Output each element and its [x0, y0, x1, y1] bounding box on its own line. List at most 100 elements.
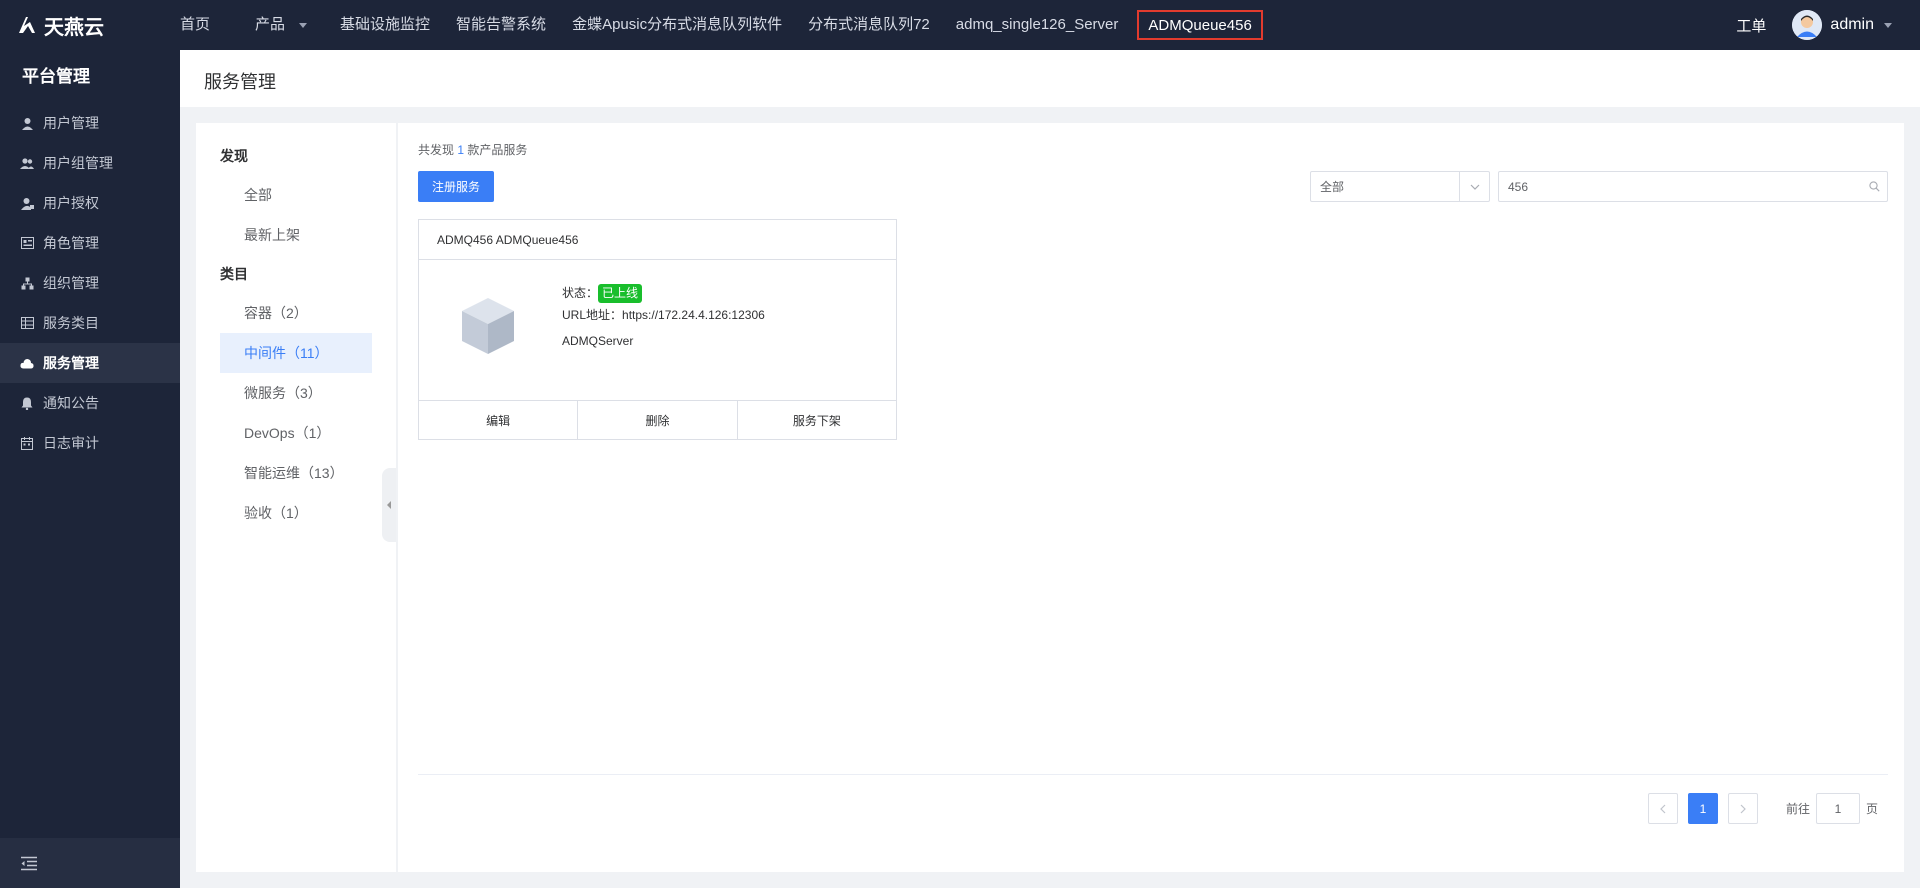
offline-service-button[interactable]: 服务下架: [738, 401, 896, 440]
user-icon: [20, 116, 34, 130]
service-list-panel: 共发现 1 款产品服务 注册服务 全部 ADMQ456 ADMQueue456 …: [398, 123, 1904, 872]
brand-name: 天燕云: [44, 16, 104, 39]
filter-item-acceptance[interactable]: 验收（1）: [220, 493, 372, 533]
url-row: URL地址： https://172.24.4.126:12306: [562, 304, 765, 326]
avatar-person-icon: [1792, 10, 1823, 40]
result-count-number: 1: [457, 143, 465, 157]
filter-panel: 发现 全部 最新上架 类目 容器（2） 中间件（11） 微服务（3） DevOp…: [196, 123, 396, 872]
nav-product[interactable]: 产品: [223, 0, 327, 50]
sidebar-item-org-management[interactable]: 组织管理: [0, 263, 180, 303]
sidebar-item-label: 用户管理: [43, 115, 99, 131]
avatar[interactable]: [1792, 10, 1823, 40]
sidebar-item-label: 用户授权: [43, 195, 99, 211]
search-input[interactable]: [1499, 179, 1861, 194]
chevron-down-icon[interactable]: [1884, 22, 1892, 28]
nav-admq-single[interactable]: admq_single126_Server: [943, 0, 1132, 50]
chevron-down-icon: [1459, 172, 1489, 201]
goto-page-input[interactable]: [1816, 793, 1861, 824]
category-icon: [20, 316, 34, 330]
filter-item-container[interactable]: 容器（2）: [220, 293, 372, 333]
nav-infra-monitor[interactable]: 基础设施监控: [327, 0, 443, 50]
filter-panel-toggle[interactable]: [382, 468, 396, 542]
sidebar-item-log-audit[interactable]: 日志审计: [0, 423, 180, 463]
status-label: 状态：: [562, 286, 599, 300]
result-count-suffix: 款产品服务: [467, 143, 528, 157]
sidebar-item-role-management[interactable]: 角色管理: [0, 223, 180, 263]
register-service-button[interactable]: 注册服务: [418, 171, 494, 202]
status-row: 状态： 已上线: [562, 282, 765, 304]
pagination: 1 前往 页: [1648, 793, 1878, 824]
service-card-title[interactable]: ADMQ456 ADMQueue456: [419, 220, 896, 260]
role-icon: [20, 236, 34, 250]
filter-item-middleware[interactable]: 中间件（11）: [220, 333, 372, 373]
page-unit-label: 页: [1866, 802, 1879, 816]
brand-logo[interactable]: 天燕云: [0, 11, 180, 40]
sidebar-item-label: 日志审计: [43, 435, 99, 451]
sidebar-collapse-button[interactable]: [0, 838, 180, 888]
sidebar-item-user-group[interactable]: 用户组管理: [0, 143, 180, 183]
delete-button[interactable]: 删除: [578, 401, 738, 440]
sidebar-item-label: 角色管理: [43, 235, 99, 251]
work-order-link[interactable]: 工单: [1736, 15, 1766, 36]
goto-label: 前往: [1786, 802, 1811, 816]
result-count: 共发现 1 款产品服务: [418, 141, 527, 158]
bell-icon: [20, 396, 34, 410]
org-icon: [20, 276, 34, 290]
next-page-button[interactable]: [1728, 793, 1758, 824]
search-icon[interactable]: [1861, 181, 1887, 192]
top-nav-menu: 首页 产品 基础设施监控 智能告警系统 金蝶Apusic分布式消息队列软件 分布…: [180, 0, 1263, 50]
service-info: 状态： 已上线 URL地址： https://172.24.4.126:1230…: [562, 282, 765, 352]
filter-item-microservice[interactable]: 微服务（3）: [220, 373, 372, 413]
sidebar-item-notice[interactable]: 通知公告: [0, 383, 180, 423]
server-name: ADMQServer: [562, 334, 634, 348]
menu-fold-icon: [21, 856, 37, 870]
nav-distributed-mq[interactable]: 分布式消息队列72: [795, 0, 943, 50]
filter-item-aiops[interactable]: 智能运维（13）: [220, 453, 372, 493]
filter-item-all[interactable]: 全部: [220, 175, 372, 215]
filter-item-newest[interactable]: 最新上架: [220, 215, 372, 255]
page-title: 服务管理: [204, 72, 276, 92]
cube-icon: [462, 298, 514, 354]
sidebar-item-user-auth[interactable]: 用户授权: [0, 183, 180, 223]
page-header: 服务管理: [180, 50, 1920, 107]
service-card-actions: 编辑 删除 服务下架: [419, 400, 896, 440]
nav-home[interactable]: 首页: [180, 0, 223, 50]
nav-admqueue456[interactable]: ADMQueue456: [1137, 10, 1263, 40]
filter-group-discover: 发现: [220, 148, 248, 164]
prev-page-button[interactable]: [1648, 793, 1678, 824]
pagination-divider: [418, 774, 1888, 775]
sidebar-item-label: 服务类目: [43, 315, 99, 331]
sidebar-item-label: 组织管理: [43, 275, 99, 291]
brand-mark-icon: [19, 17, 35, 33]
page-number-current[interactable]: 1: [1688, 793, 1718, 824]
sidebar-item-user-management[interactable]: 用户管理: [0, 103, 180, 143]
filter-item-devops[interactable]: DevOps（1）: [220, 413, 372, 453]
nav-user-area: 工单 admin: [1736, 0, 1892, 50]
result-count-prefix: 共发现: [418, 143, 455, 157]
cloud-icon: [20, 356, 34, 370]
sidebar-item-service-management[interactable]: 服务管理: [0, 343, 180, 383]
nav-alert-system[interactable]: 智能告警系统: [443, 0, 559, 50]
chevron-left-icon: [1660, 804, 1666, 813]
user-group-icon: [20, 156, 34, 170]
sidebar-item-label: 通知公告: [43, 395, 99, 411]
service-card-body: 状态： 已上线 URL地址： https://172.24.4.126:1230…: [419, 260, 896, 400]
edit-button[interactable]: 编辑: [419, 401, 579, 440]
sidebar-item-label: 用户组管理: [43, 155, 113, 171]
sidebar-title: 平台管理: [22, 67, 90, 86]
user-name[interactable]: admin: [1830, 16, 1874, 34]
filter-group-category: 类目: [220, 266, 248, 282]
search-box: [1498, 171, 1888, 202]
calendar-icon: [20, 436, 34, 450]
type-select[interactable]: 全部: [1310, 171, 1490, 202]
chevron-right-icon: [1740, 804, 1746, 813]
service-card: ADMQ456 ADMQueue456 状态： 已上线 URL地址： https…: [418, 219, 897, 440]
sidebar-item-label: 服务管理: [43, 355, 99, 371]
sidebar: 平台管理 用户管理 用户组管理 用户授权 角色管理 组织管理 服务类目 服务管理…: [0, 50, 180, 888]
sidebar-item-service-category[interactable]: 服务类目: [0, 303, 180, 343]
nav-apusic-mq[interactable]: 金蝶Apusic分布式消息队列软件: [559, 0, 795, 50]
nav-product-label: 产品: [255, 16, 286, 33]
url-label: URL地址：: [562, 308, 623, 322]
url-value[interactable]: https://172.24.4.126:12306: [622, 304, 765, 326]
top-navbar: 天燕云 首页 产品 基础设施监控 智能告警系统 金蝶Apusic分布式消息队列软…: [0, 0, 1920, 50]
